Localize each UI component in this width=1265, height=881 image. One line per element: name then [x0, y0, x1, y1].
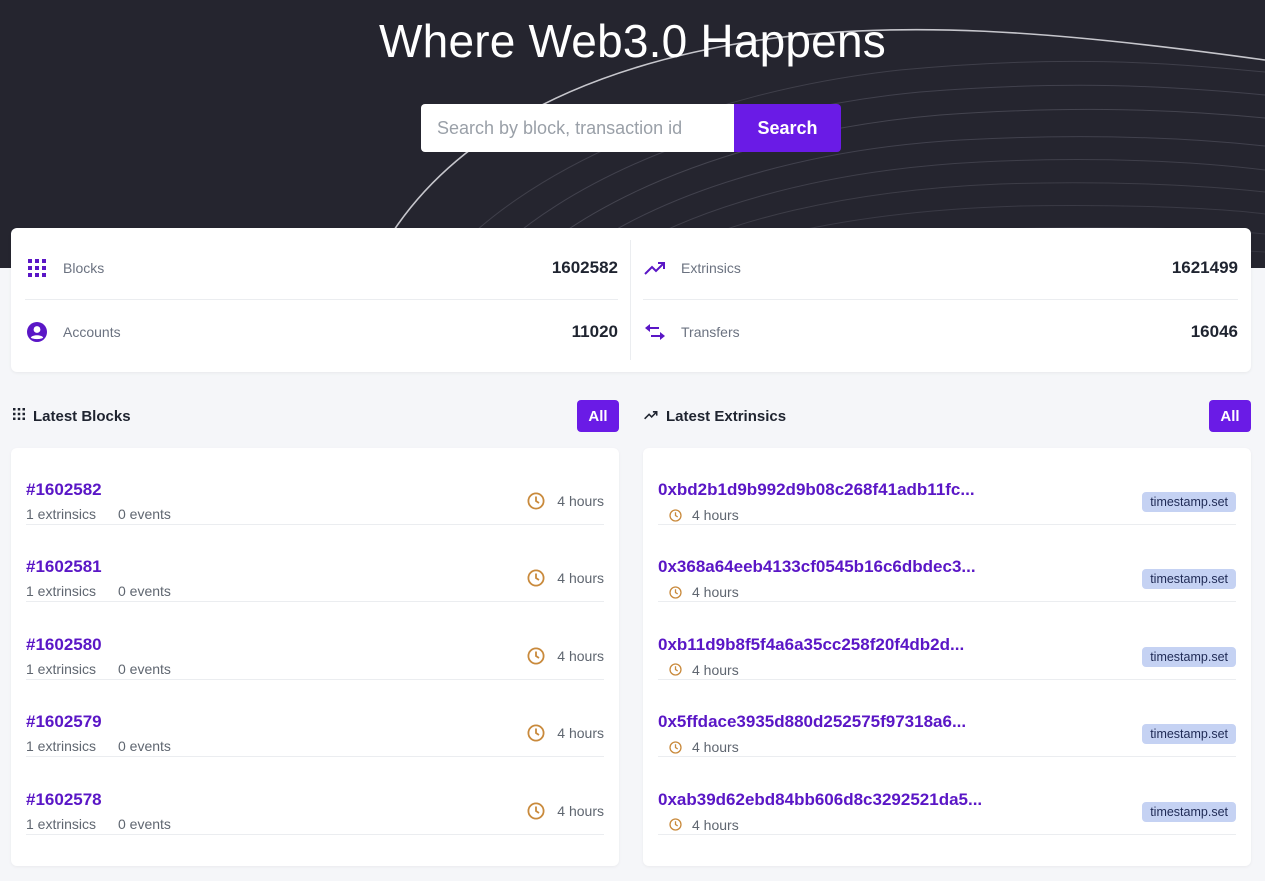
- stat-accounts: Accounts 11020: [25, 300, 618, 364]
- stat-extrinsics: Extrinsics 1621499: [643, 236, 1238, 300]
- grid-icon: [25, 256, 49, 280]
- clock-icon: [527, 802, 545, 820]
- time-text: 4 hours: [692, 507, 739, 523]
- block-number-link[interactable]: #1602579: [26, 712, 102, 732]
- search-bar: Search: [421, 104, 841, 152]
- time-text: 4 hours: [692, 816, 739, 833]
- block-number-link[interactable]: #1602580: [26, 635, 102, 655]
- trending-up-icon: [644, 407, 658, 425]
- events-count: 0 events: [118, 815, 171, 832]
- stat-label: Accounts: [63, 324, 121, 340]
- table-row: #1602580 1 extrinsics 0 events 4 hours: [26, 603, 604, 680]
- time-ago: 4 hours: [669, 507, 739, 523]
- block-number-link[interactable]: #1602582: [26, 480, 102, 500]
- extrinsics-count: 1 extrinsics: [26, 815, 97, 832]
- events-count: 0 events: [118, 660, 171, 677]
- time-text: 4 hours: [557, 802, 604, 819]
- clock-icon: [669, 508, 682, 522]
- time-ago: 4 hours: [669, 739, 739, 755]
- time-ago: 4 hours: [527, 802, 604, 820]
- stat-value: 11020: [571, 322, 618, 341]
- clock-icon: [669, 818, 682, 831]
- table-row: 0x5ffdace3935d880d252575f97318a6... 4 hou…: [658, 680, 1236, 758]
- stat-value: 16046: [1190, 322, 1238, 341]
- search-button[interactable]: Search: [734, 104, 841, 152]
- stats-card: Blocks 1602582 Accounts 11020 Extrinsics…: [11, 228, 1251, 372]
- extrinsic-hash-link[interactable]: 0xb11d9b8f5f4a6a35cc258f20f4db2d...: [658, 635, 964, 655]
- events-count: 0 events: [118, 738, 171, 755]
- events-count: 0 events: [118, 506, 171, 522]
- clock-icon: [527, 724, 545, 742]
- extrinsic-hash-link[interactable]: 0xab39d62ebd84bb606d8c3292521da5...: [658, 790, 982, 810]
- stat-label: Transfers: [681, 324, 740, 340]
- table-row: 0x368a64eeb4133cf0545b16c6dbdec3... 4 hou…: [658, 525, 1236, 603]
- events-count: 0 events: [118, 583, 171, 600]
- swap-arrows-icon: [643, 320, 667, 344]
- extrinsics-count: 1 extrinsics: [26, 738, 97, 755]
- time-ago: 4 hours: [527, 724, 604, 742]
- time-ago: 4 hours: [669, 584, 739, 600]
- extrinsics-list: 0xbd2b1d9b992d9b08c268f41adb11fc... 4 hou…: [643, 448, 1251, 866]
- method-badge: timestamp.set: [1142, 646, 1236, 667]
- time-text: 4 hours: [692, 661, 739, 678]
- grid-icon: [13, 407, 25, 425]
- account-circle-icon: [25, 320, 49, 344]
- time-text: 4 hours: [557, 725, 604, 742]
- time-ago: 4 hours: [527, 492, 604, 510]
- block-number-link[interactable]: #1602578: [26, 790, 102, 810]
- stat-label: Blocks: [63, 260, 105, 276]
- stat-value: 1621499: [1171, 258, 1238, 277]
- table-row: #1602582 1 extrinsics 0 events 4 hours: [26, 448, 604, 525]
- method-badge: timestamp.set: [1142, 569, 1236, 590]
- section-title: Latest Extrinsics: [666, 407, 787, 425]
- time-ago: 4 hours: [669, 662, 739, 678]
- time-ago: 4 hours: [527, 569, 604, 587]
- clock-icon: [527, 569, 545, 587]
- clock-icon: [669, 663, 682, 676]
- clock-icon: [669, 741, 682, 754]
- divider: [630, 240, 631, 360]
- all-extrinsics-button[interactable]: All: [1209, 400, 1251, 432]
- stat-blocks: Blocks 1602582: [25, 236, 618, 300]
- time-text: 4 hours: [557, 493, 604, 509]
- extrinsic-hash-link[interactable]: 0x368a64eeb4133cf0545b16c6dbdec3...: [658, 557, 976, 577]
- extrinsics-count: 1 extrinsics: [26, 506, 97, 522]
- stat-value: 1602582: [551, 258, 618, 277]
- table-row: 0xbd2b1d9b992d9b08c268f41adb11fc... 4 hou…: [658, 448, 1236, 525]
- extrinsic-hash-link[interactable]: 0xbd2b1d9b992d9b08c268f41adb11fc...: [658, 480, 975, 500]
- method-badge: timestamp.set: [1142, 801, 1236, 822]
- clock-icon: [527, 492, 545, 510]
- time-text: 4 hours: [557, 570, 604, 587]
- table-row: #1602579 1 extrinsics 0 events 4 hours: [26, 680, 604, 758]
- table-row: 0xab39d62ebd84bb606d8c3292521da5... 4 hou…: [658, 758, 1236, 835]
- blocks-list: #1602582 1 extrinsics 0 events 4 hours #1602…: [11, 448, 619, 866]
- extrinsics-count: 1 extrinsics: [26, 583, 97, 600]
- time-text: 4 hours: [557, 647, 604, 664]
- stat-transfers: Transfers 16046: [643, 300, 1238, 364]
- extrinsic-hash-link[interactable]: 0x5ffdace3935d880d252575f97318a6...: [658, 712, 966, 732]
- latest-blocks-header: Latest Blocks: [13, 400, 131, 432]
- time-ago: 4 hours: [527, 647, 604, 665]
- all-blocks-button[interactable]: All: [577, 400, 619, 432]
- method-badge: timestamp.set: [1142, 492, 1236, 512]
- table-row: #1602578 1 extrinsics 0 events 4 hours: [26, 758, 604, 835]
- extrinsics-count: 1 extrinsics: [26, 660, 97, 677]
- time-text: 4 hours: [692, 739, 739, 756]
- section-title: Latest Blocks: [33, 407, 131, 425]
- clock-icon: [527, 647, 545, 665]
- search-input[interactable]: [421, 104, 734, 152]
- table-row: 0xb11d9b8f5f4a6a35cc258f20f4db2d... 4 hou…: [658, 603, 1236, 680]
- page-title: Where Web3.0 Happens: [379, 15, 886, 67]
- trending-up-icon: [643, 256, 667, 280]
- block-number-link[interactable]: #1602581: [26, 557, 102, 577]
- latest-extrinsics-header: Latest Extrinsics: [644, 400, 786, 432]
- table-row: #1602581 1 extrinsics 0 events 4 hours: [26, 525, 604, 603]
- time-text: 4 hours: [692, 584, 739, 601]
- method-badge: timestamp.set: [1142, 724, 1236, 745]
- clock-icon: [669, 586, 682, 599]
- time-ago: 4 hours: [669, 817, 739, 833]
- stat-label: Extrinsics: [681, 260, 741, 276]
